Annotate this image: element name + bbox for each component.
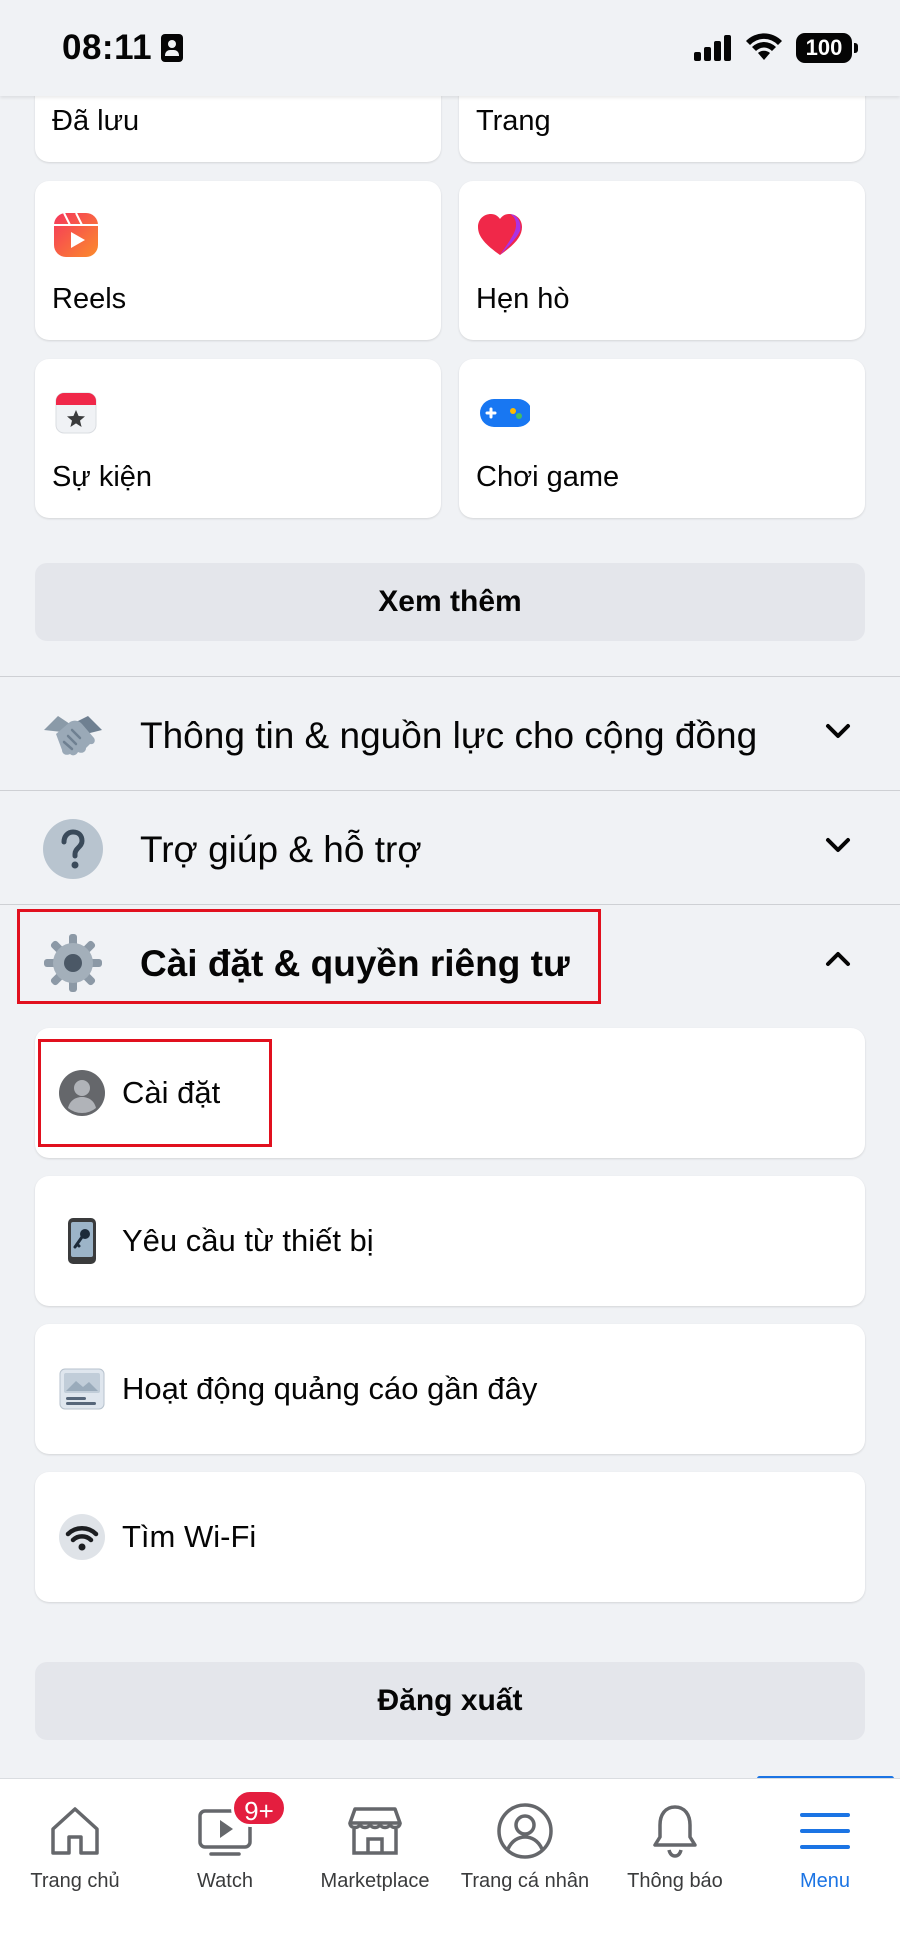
phone-key-icon: [68, 1218, 96, 1264]
section-settings-privacy-label: Cài đặt & quyền riêng tư: [140, 943, 570, 984]
nav-menu[interactable]: Menu: [750, 1779, 900, 1947]
logout-button[interactable]: Đăng xuất: [35, 1662, 865, 1740]
chevron-up-icon: [826, 952, 850, 966]
help-question-icon: [43, 819, 103, 879]
marketplace-store-icon: [348, 1807, 402, 1855]
battery-level: 100: [805, 35, 843, 60]
shortcut-events[interactable]: Sự kiện: [35, 359, 441, 518]
nav-profile[interactable]: Trang cá nhân: [450, 1779, 600, 1947]
shortcut-events-label: Sự kiện: [52, 461, 153, 493]
cellular-signal-icon: [694, 35, 734, 61]
find-wifi-label: Tìm Wi-Fi: [122, 1519, 257, 1554]
wifi-status-icon: [746, 33, 782, 60]
shortcut-dating-label: Hẹn hò: [476, 283, 570, 315]
nav-notifications-label: Thông báo: [627, 1870, 723, 1892]
nav-marketplace-label: Marketplace: [320, 1870, 430, 1892]
recent-ad-activity-label: Hoạt động quảng cáo gần đây: [122, 1371, 538, 1406]
status-time: 08:11: [62, 28, 153, 67]
nav-marketplace[interactable]: Marketplace: [300, 1779, 450, 1947]
chevron-down-icon: [826, 724, 850, 738]
device-requests-item[interactable]: Yêu cầu từ thiết bị: [35, 1176, 865, 1306]
section-help-label: Trợ giúp & hỗ trợ: [140, 829, 422, 870]
device-requests-label: Yêu cầu từ thiết bị: [122, 1223, 374, 1258]
bell-icon: [653, 1805, 697, 1858]
nav-notifications[interactable]: Thông báo: [600, 1779, 750, 1947]
section-community-label: Thông tin & nguồn lực cho cộng đồng: [140, 715, 758, 756]
bottom-navigation: Trang chủ 9+ Watch Marketplace Trang cá …: [0, 1778, 900, 1947]
battery-icon: 100: [796, 33, 858, 63]
shortcut-gaming-label: Chơi game: [476, 461, 620, 493]
home-icon: [51, 1807, 99, 1855]
ad-activity-icon: [59, 1368, 105, 1410]
find-wifi-item[interactable]: Tìm Wi-Fi: [35, 1472, 865, 1602]
nav-profile-label: Trang cá nhân: [460, 1870, 590, 1892]
calendar-star-icon: [55, 392, 97, 434]
shortcut-gaming[interactable]: Chơi game: [459, 359, 865, 518]
section-settings-privacy[interactable]: Cài đặt & quyền riêng tư: [0, 905, 900, 1017]
status-bar: 08:11 100: [0, 0, 900, 96]
reels-icon: [54, 212, 98, 257]
handshake-icon: [44, 716, 102, 756]
contact-card-icon: [161, 34, 183, 62]
shortcut-dating[interactable]: Hẹn hò: [459, 181, 865, 340]
game-controller-icon: [480, 399, 530, 427]
watch-notification-badge: 9+: [231, 1789, 287, 1827]
dating-heart-icon: [478, 214, 522, 255]
user-avatar-icon: [59, 1070, 105, 1116]
see-more-button[interactable]: Xem thêm: [35, 563, 865, 641]
nav-watch-label: Watch: [197, 1870, 253, 1892]
shortcut-reels-label: Reels: [52, 283, 127, 315]
gear-icon: [44, 934, 102, 992]
nav-watch[interactable]: 9+ Watch: [150, 1779, 300, 1947]
shortcut-saved-label: Đã lưu: [52, 105, 140, 137]
nav-home-label: Trang chủ: [30, 1870, 120, 1892]
shortcut-reels[interactable]: Reels: [35, 181, 441, 340]
settings-item[interactable]: Cài đặt: [35, 1028, 865, 1158]
section-help-support[interactable]: Trợ giúp & hỗ trợ: [0, 791, 900, 903]
section-community-resources[interactable]: Thông tin & nguồn lực cho cộng đồng: [0, 677, 900, 789]
wifi-icon: [59, 1514, 105, 1560]
settings-item-label: Cài đặt: [122, 1075, 221, 1110]
shortcut-pages-label: Trang: [476, 105, 551, 137]
chevron-down-icon: [826, 838, 850, 852]
nav-home[interactable]: Trang chủ: [0, 1779, 150, 1947]
hamburger-menu-icon: [800, 1813, 850, 1849]
recent-ad-activity-item[interactable]: Hoạt động quảng cáo gần đây: [35, 1324, 865, 1454]
profile-icon: [497, 1803, 553, 1859]
nav-menu-label: Menu: [799, 1870, 851, 1892]
